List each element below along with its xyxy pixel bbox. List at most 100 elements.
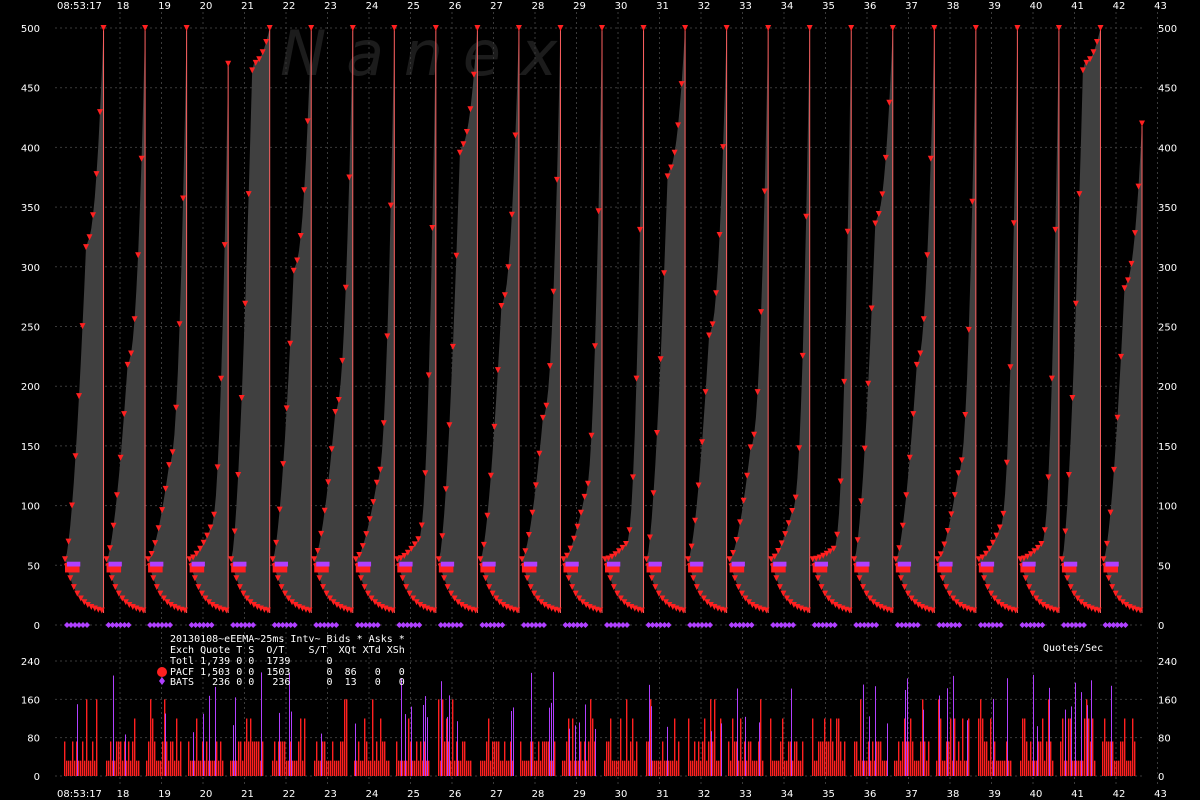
xtick-label-top: 30 [615, 1, 628, 12]
quote-bar-bats [1075, 682, 1076, 776]
quote-bar-pacf [778, 760, 780, 776]
quote-bar-pacf [334, 760, 336, 776]
quote-bar-pacf [298, 741, 300, 776]
quote-bar-pacf [302, 760, 304, 776]
quote-bar-bats [113, 675, 114, 776]
quote-bar-bats [165, 713, 166, 776]
xtick-label-bottom: 32 [698, 789, 711, 800]
quote-bar-pacf [944, 760, 946, 776]
quote-bar-pacf [540, 760, 542, 776]
quote-bar-pacf [1062, 718, 1064, 776]
quote-bar-bats [449, 695, 450, 776]
quote-bar-bats [1111, 685, 1112, 776]
quote-bar-pacf [108, 760, 110, 776]
quote-bar-pacf [136, 760, 138, 776]
quote-bar-pacf [414, 760, 416, 776]
quote-bar-pacf [92, 741, 94, 776]
quote-bar-pacf [856, 741, 858, 776]
quote-bar-pacf [250, 718, 252, 776]
quote-bar-pacf [754, 760, 756, 776]
quote-bar-pacf [340, 741, 342, 776]
quote-bar-pacf [72, 741, 74, 776]
quote-bar-pacf [84, 760, 86, 776]
quote-bar-pacf [336, 760, 338, 776]
quote-bar-pacf [160, 760, 162, 776]
quote-bar-pacf [590, 699, 592, 776]
quote-bar-pacf [384, 741, 386, 776]
quote-bar-pacf [344, 699, 346, 776]
quote-bar-pacf [910, 718, 912, 776]
quote-bar-pacf [1002, 760, 1004, 776]
quote-bar-pacf [990, 718, 992, 776]
quote-bar-pacf [610, 718, 612, 776]
quote-bar-pacf [316, 741, 318, 776]
quote-bar-pacf [86, 699, 88, 776]
quote-bar-pacf [604, 760, 606, 776]
xtick-label-top: 26 [449, 1, 462, 12]
quote-bar-pacf [656, 760, 658, 776]
quote-bar-pacf [1076, 760, 1078, 776]
quote-bar-pacf [716, 760, 718, 776]
quote-bar-pacf [528, 760, 530, 776]
quote-bar-pacf [324, 741, 326, 776]
quote-bar-pacf [690, 760, 692, 776]
quote-bar-pacf [704, 718, 706, 776]
quote-bar-pacf [664, 760, 666, 776]
quote-bar-pacf [200, 760, 202, 776]
xtick-label-top: 42 [1113, 1, 1126, 12]
quote-bar-pacf [458, 760, 460, 776]
quote-bar-pacf [1068, 718, 1070, 776]
quote-bar-pacf [616, 760, 618, 776]
quote-bar-pacf [256, 741, 258, 776]
xtick-label-top: 31 [656, 1, 669, 12]
ytick-label-lower-right: 240 [1158, 657, 1177, 668]
quote-bar-pacf [994, 741, 996, 776]
quote-bar-pacf [962, 718, 964, 776]
quote-bar-pacf [486, 741, 488, 776]
quote-bar-pacf [408, 718, 410, 776]
quote-bar-pacf [88, 760, 90, 776]
xtick-label-top: 27 [490, 1, 503, 12]
quote-bar-pacf [442, 699, 444, 776]
quote-bar-pacf [1072, 760, 1074, 776]
quote-bar-pacf [502, 760, 504, 776]
quote-bar-pacf [742, 760, 744, 776]
quote-bar-pacf [378, 760, 380, 776]
quote-bar-pacf [592, 718, 594, 776]
quote-bar-pacf [220, 741, 222, 776]
quote-bar-pacf [284, 741, 286, 776]
quote-bar-pacf [894, 760, 896, 776]
quote-bar-pacf [658, 760, 660, 776]
quote-bar-pacf [870, 760, 872, 776]
quote-bar-bats [427, 717, 428, 776]
quote-bar-pacf [544, 741, 546, 776]
quote-bar-pacf [156, 760, 158, 776]
quote-bar-pacf [750, 741, 752, 776]
quote-bar-bats [425, 696, 426, 776]
quote-bar-pacf [986, 741, 988, 776]
quote-bar-bats [355, 723, 356, 776]
quote-bar-pacf [674, 718, 676, 776]
bats-band [731, 561, 745, 567]
quote-bar-pacf [738, 760, 740, 776]
quote-bar-pacf [858, 760, 860, 776]
pacf-legend-marker [157, 667, 167, 677]
quote-bar-pacf [876, 741, 878, 776]
xtick-label-bottom: 40 [1030, 789, 1043, 800]
quote-bar-pacf [332, 741, 334, 776]
quote-bar-pacf [364, 718, 366, 776]
quote-bar-pacf [920, 741, 922, 776]
quote-bar-pacf [70, 760, 72, 776]
quote-bar-pacf [566, 741, 568, 776]
bats-band [1105, 561, 1119, 567]
quote-bar-pacf [834, 760, 836, 776]
quote-bar-pacf [692, 760, 694, 776]
quote-bar-pacf [950, 718, 952, 776]
quote-bar-pacf [822, 741, 824, 776]
quote-bar-pacf [942, 760, 944, 776]
quote-bar-pacf [178, 760, 180, 776]
quote-bar-bats [1081, 692, 1082, 776]
bats-band [607, 561, 621, 567]
ytick-label-left: 0 [34, 621, 40, 632]
quote-bar-pacf [926, 760, 928, 776]
